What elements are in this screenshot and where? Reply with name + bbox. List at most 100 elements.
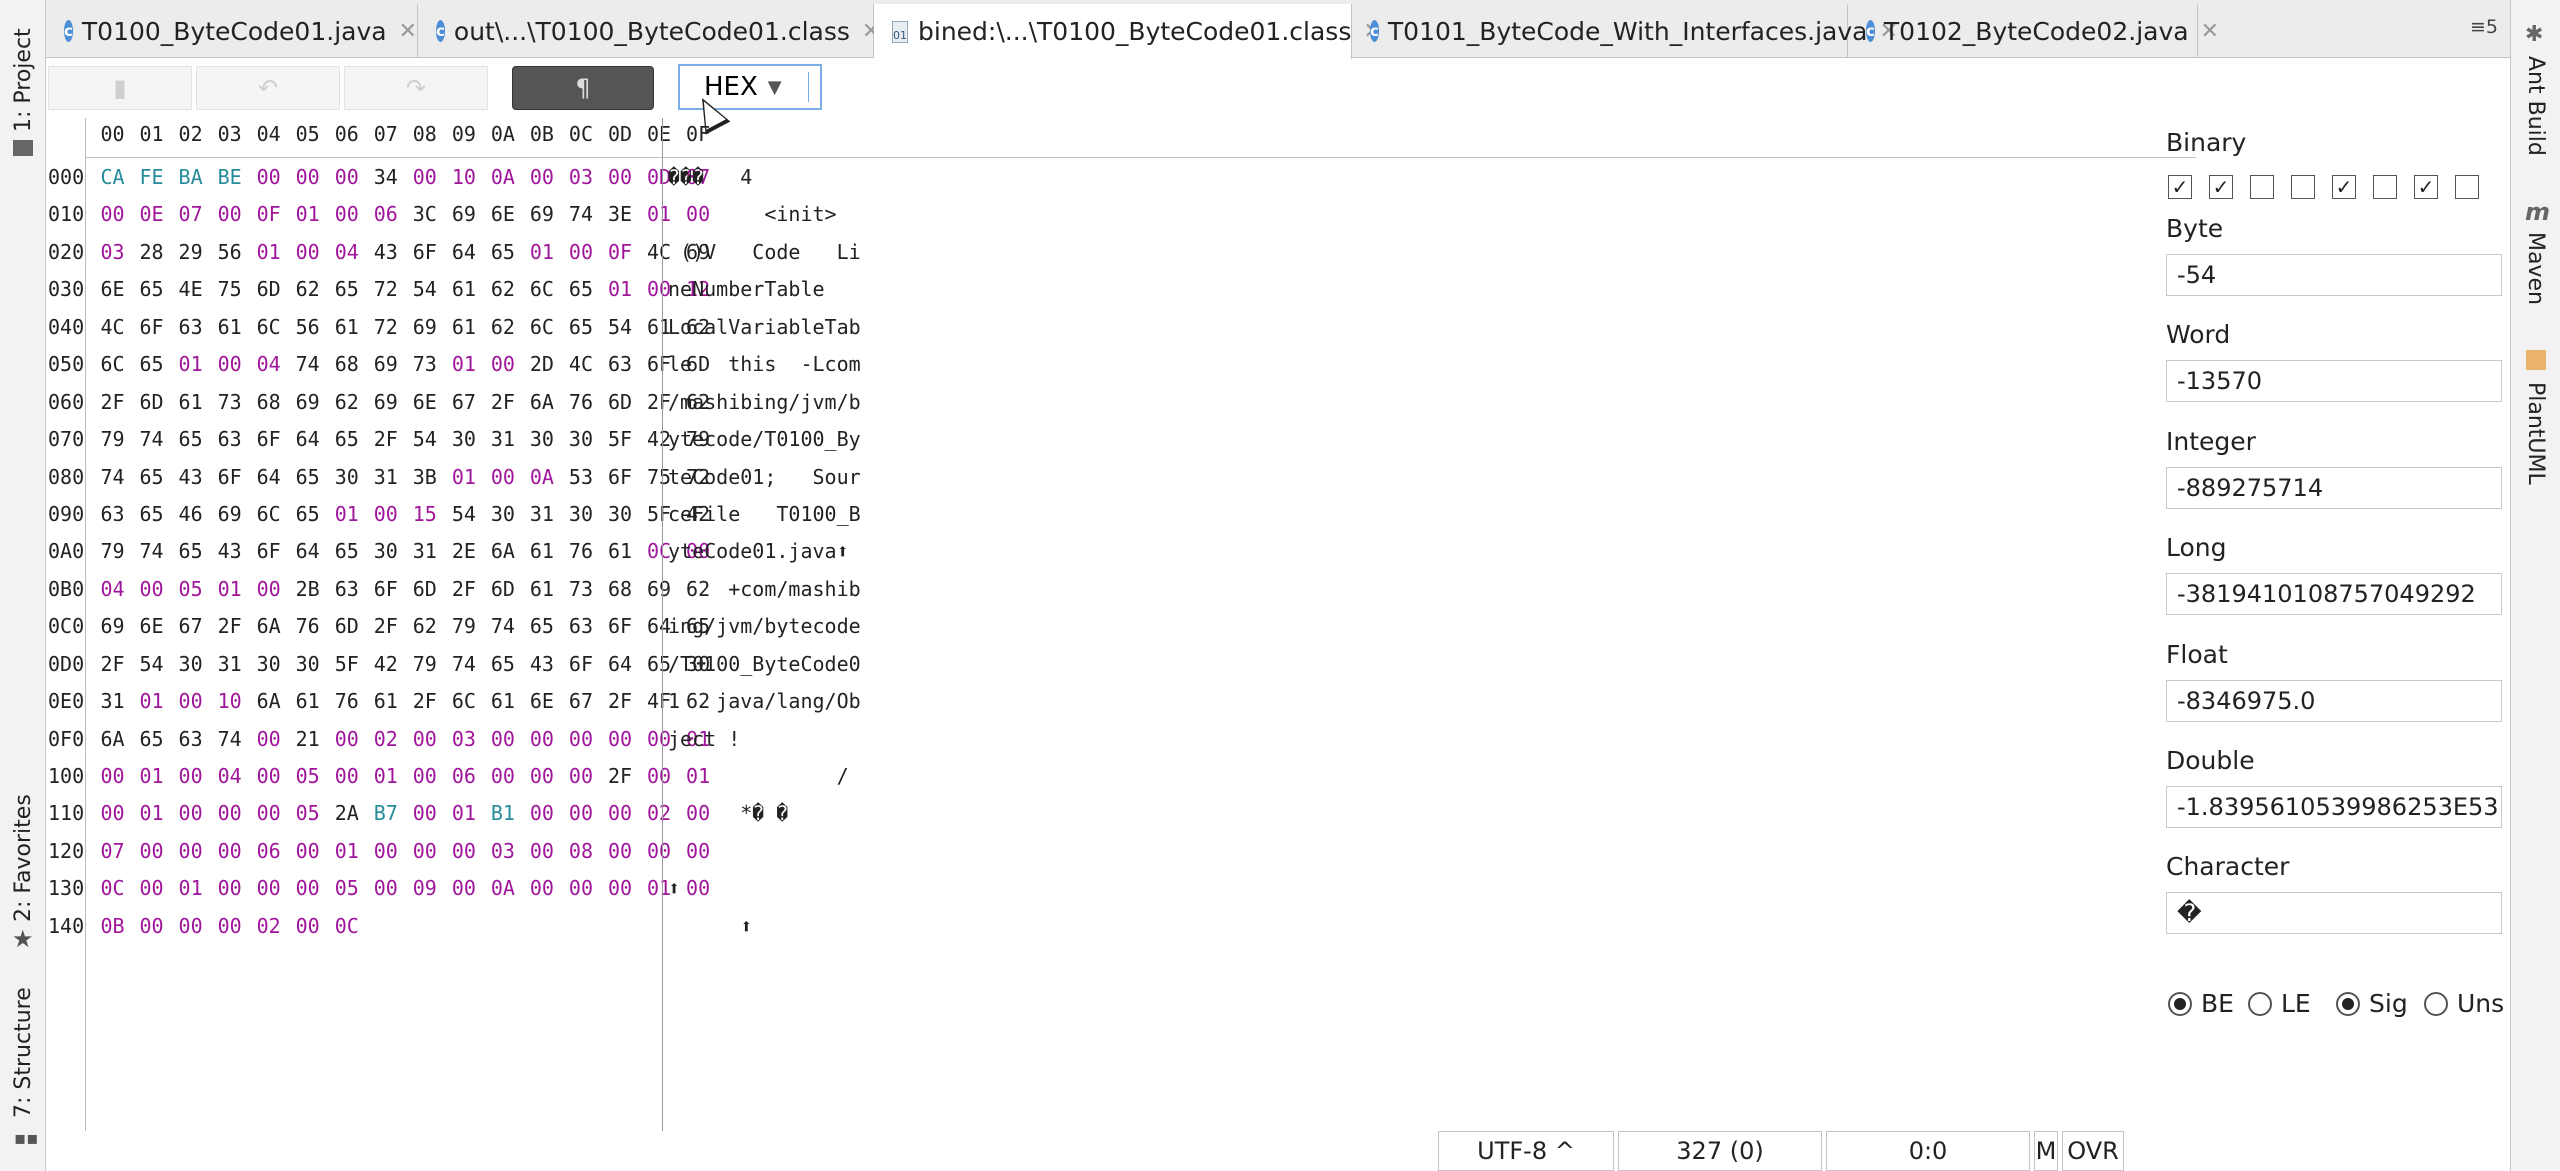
hex-byte[interactable]: 2F bbox=[604, 682, 637, 720]
hex-byte[interactable]: 30 bbox=[330, 458, 363, 496]
tab-bined-file[interactable]: 01 bined:\...\T0100_ByteCode01.class ✕ bbox=[874, 4, 1382, 59]
tool-project[interactable]: 1: Project bbox=[11, 28, 36, 132]
hex-row[interactable]: 0C0 69 6E 67 2F 6A 76 6D 2F 62 79 74 65 63 6F 64 65 ing/j… bbox=[46, 607, 946, 645]
hex-byte[interactable]: 69 bbox=[291, 383, 324, 421]
hex-byte[interactable]: 2E bbox=[447, 532, 480, 570]
hex-row[interactable]: 060 2F 6D 61 73 68 69 62 69 6E 67 2F 6A 76 6D 2F 62/mash… bbox=[46, 383, 946, 421]
hex-byte[interactable]: 00 bbox=[135, 869, 168, 907]
radio-option[interactable]: Sig bbox=[2336, 989, 2408, 1018]
hex-byte[interactable]: 73 bbox=[564, 570, 597, 608]
hex-byte[interactable]: 65 bbox=[330, 420, 363, 458]
field-value-input[interactable]: -54 bbox=[2166, 254, 2502, 296]
hex-byte[interactable]: 00 bbox=[408, 720, 441, 758]
hex-byte[interactable]: 6F bbox=[135, 308, 168, 346]
ascii-text[interactable]: ⬆ bbox=[668, 869, 680, 907]
hex-byte[interactable]: 4C bbox=[564, 345, 597, 383]
hex-byte[interactable]: 65 bbox=[330, 270, 363, 308]
hex-byte[interactable]: 63 bbox=[330, 570, 363, 608]
hex-byte[interactable]: 00 bbox=[564, 757, 597, 795]
hex-byte[interactable]: 01 bbox=[291, 195, 324, 233]
hex-byte[interactable]: 00 bbox=[135, 907, 168, 945]
bit-checkbox-checked[interactable]: ✓ bbox=[2209, 175, 2233, 199]
hex-byte[interactable]: 00 bbox=[135, 832, 168, 870]
tab-class-file[interactable]: c out\...\T0100_ByteCode01.class ✕ bbox=[418, 4, 880, 58]
hex-byte[interactable]: 31 bbox=[486, 420, 519, 458]
hex-byte[interactable]: 72 bbox=[369, 308, 402, 346]
hex-byte[interactable]: 64 bbox=[252, 458, 285, 496]
hex-byte[interactable]: 00 bbox=[96, 794, 129, 832]
hex-byte[interactable]: 64 bbox=[447, 233, 480, 271]
hex-byte[interactable]: 2F bbox=[486, 383, 519, 421]
hex-byte[interactable]: 2F bbox=[213, 607, 246, 645]
hex-byte[interactable]: 76 bbox=[291, 607, 324, 645]
hex-byte[interactable]: 63 bbox=[96, 495, 129, 533]
hex-byte[interactable]: 00 bbox=[447, 869, 480, 907]
hex-byte[interactable]: 04 bbox=[252, 345, 285, 383]
hex-byte[interactable]: 01 bbox=[330, 495, 363, 533]
hex-byte[interactable]: 6A bbox=[525, 383, 558, 421]
hex-byte[interactable]: 61 bbox=[213, 308, 246, 346]
hex-byte[interactable]: 04 bbox=[96, 570, 129, 608]
hex-byte[interactable]: 69 bbox=[369, 383, 402, 421]
hex-row[interactable]: 0D0 2F 54 30 31 30 30 5F 42 79 74 65 43 6F 64 65 30/T010… bbox=[46, 645, 946, 683]
hex-byte[interactable]: 2A bbox=[330, 794, 363, 832]
hex-byte[interactable]: 05 bbox=[291, 757, 324, 795]
hex-byte[interactable]: 30 bbox=[564, 420, 597, 458]
hex-byte[interactable]: 21 bbox=[291, 720, 324, 758]
hex-byte[interactable]: 65 bbox=[486, 233, 519, 271]
hex-byte[interactable]: 62 bbox=[291, 270, 324, 308]
hex-byte[interactable]: 31 bbox=[408, 532, 441, 570]
hex-byte[interactable]: 30 bbox=[564, 495, 597, 533]
hex-byte[interactable]: 6C bbox=[525, 308, 558, 346]
hex-byte[interactable]: CA bbox=[96, 158, 129, 196]
hex-byte[interactable]: 6C bbox=[252, 495, 285, 533]
hex-byte[interactable]: 00 bbox=[252, 158, 285, 196]
hex-byte[interactable]: 2F bbox=[447, 570, 480, 608]
hex-byte[interactable]: 43 bbox=[525, 645, 558, 683]
hex-byte[interactable]: 0A bbox=[486, 158, 519, 196]
tab-list-menu[interactable]: ≡5 bbox=[2470, 16, 2498, 38]
hex-view[interactable]: 00 01 02 03 04 05 06 07 08 09 0A 0B 0C 0D 0E 0F 000 CA FE… bbox=[46, 118, 2196, 1131]
hex-byte[interactable]: 00 bbox=[330, 158, 363, 196]
hex-byte[interactable]: 42 bbox=[369, 645, 402, 683]
tool-structure[interactable]: 7: Structure bbox=[11, 987, 36, 1118]
hex-byte[interactable]: 68 bbox=[330, 345, 363, 383]
hex-byte[interactable]: 5F bbox=[604, 420, 637, 458]
hex-byte[interactable]: 30 bbox=[252, 645, 285, 683]
bit-checkbox-checked[interactable]: ✓ bbox=[2414, 175, 2438, 199]
hex-byte[interactable]: 75 bbox=[213, 270, 246, 308]
hex-byte[interactable]: FE bbox=[135, 158, 168, 196]
hex-byte[interactable]: 0B bbox=[96, 907, 129, 945]
hex-byte[interactable]: 69 bbox=[447, 195, 480, 233]
hex-byte[interactable]: 00 bbox=[408, 158, 441, 196]
hex-byte[interactable]: 01 bbox=[135, 682, 168, 720]
hex-byte[interactable]: 00 bbox=[408, 794, 441, 832]
hex-byte[interactable]: 61 bbox=[486, 682, 519, 720]
bit-checkbox[interactable] bbox=[2291, 175, 2315, 199]
hex-byte[interactable]: 64 bbox=[291, 532, 324, 570]
ascii-text[interactable]: yteCode01.java⬆ bbox=[668, 532, 849, 570]
hex-row[interactable]: 030 6E 65 4E 75 6D 62 65 72 54 61 62 6C 65 01 00 12 neNum… bbox=[46, 270, 946, 308]
hex-byte[interactable]: 61 bbox=[525, 570, 558, 608]
hex-byte[interactable]: 06 bbox=[369, 195, 402, 233]
hex-byte[interactable]: 00 bbox=[252, 869, 285, 907]
hex-byte[interactable]: 00 bbox=[174, 794, 207, 832]
hex-byte[interactable]: 0A bbox=[486, 869, 519, 907]
hex-byte[interactable]: 76 bbox=[564, 532, 597, 570]
bit-checkbox[interactable] bbox=[2250, 175, 2274, 199]
hex-byte[interactable]: 2F bbox=[369, 420, 402, 458]
memory-mode[interactable]: M bbox=[2034, 1131, 2058, 1171]
hex-byte[interactable]: 07 bbox=[96, 832, 129, 870]
hex-byte[interactable]: 68 bbox=[604, 570, 637, 608]
hex-byte[interactable]: 62 bbox=[486, 270, 519, 308]
hex-row[interactable]: 000 CA FE BA BE 00 00 00 34 00 10 0A 00 03 00 0D 07 ��� 4 bbox=[46, 158, 946, 196]
hex-byte[interactable]: 30 bbox=[447, 420, 480, 458]
hex-byte[interactable]: 01 bbox=[447, 458, 480, 496]
hex-byte[interactable]: 30 bbox=[525, 420, 558, 458]
hex-byte[interactable]: 74 bbox=[96, 458, 129, 496]
hex-byte[interactable]: 00 bbox=[213, 869, 246, 907]
hex-row[interactable]: 010 00 0E 07 00 0F 01 00 06 3C 69 6E 69 74 3E 01 00 <ini… bbox=[46, 195, 946, 233]
hex-byte[interactable]: 6C bbox=[525, 270, 558, 308]
hex-byte[interactable]: 00 bbox=[213, 907, 246, 945]
cursor-position[interactable]: 0:0 bbox=[1826, 1131, 2030, 1171]
